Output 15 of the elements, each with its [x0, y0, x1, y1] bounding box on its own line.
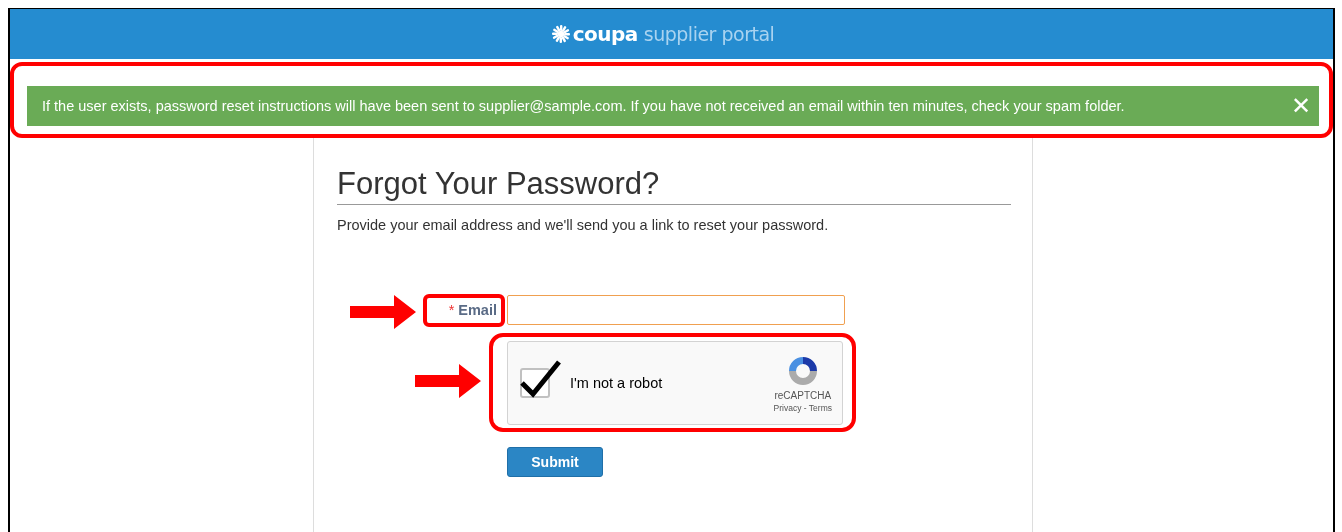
captcha-brand: reCAPTCHA — [774, 389, 832, 401]
page-title: Forgot Your Password? — [337, 166, 1011, 205]
captcha-links[interactable]: Privacy - Terms — [773, 402, 832, 413]
arrow-icon — [415, 364, 481, 398]
logo-brand: coupa — [572, 22, 638, 46]
arrow-icon — [350, 295, 416, 329]
logo-product: supplier portal — [643, 23, 775, 45]
description-text: Provide your email address and we'll send you a link to reset your password. — [337, 217, 830, 233]
submit-button[interactable]: Submit — [507, 447, 603, 477]
notice-text: If the user exists, password reset instructions will have been sent to supplier@sample.com. If you have not received an email within ten minutes, check your spam folder. — [42, 98, 1125, 114]
close-button[interactable]: ✕ — [1291, 92, 1311, 120]
email-label: * Email — [447, 302, 497, 318]
logo-icon — [550, 24, 571, 44]
email-field[interactable] — [507, 295, 845, 325]
captcha-label: I'm not a robot — [570, 375, 664, 391]
